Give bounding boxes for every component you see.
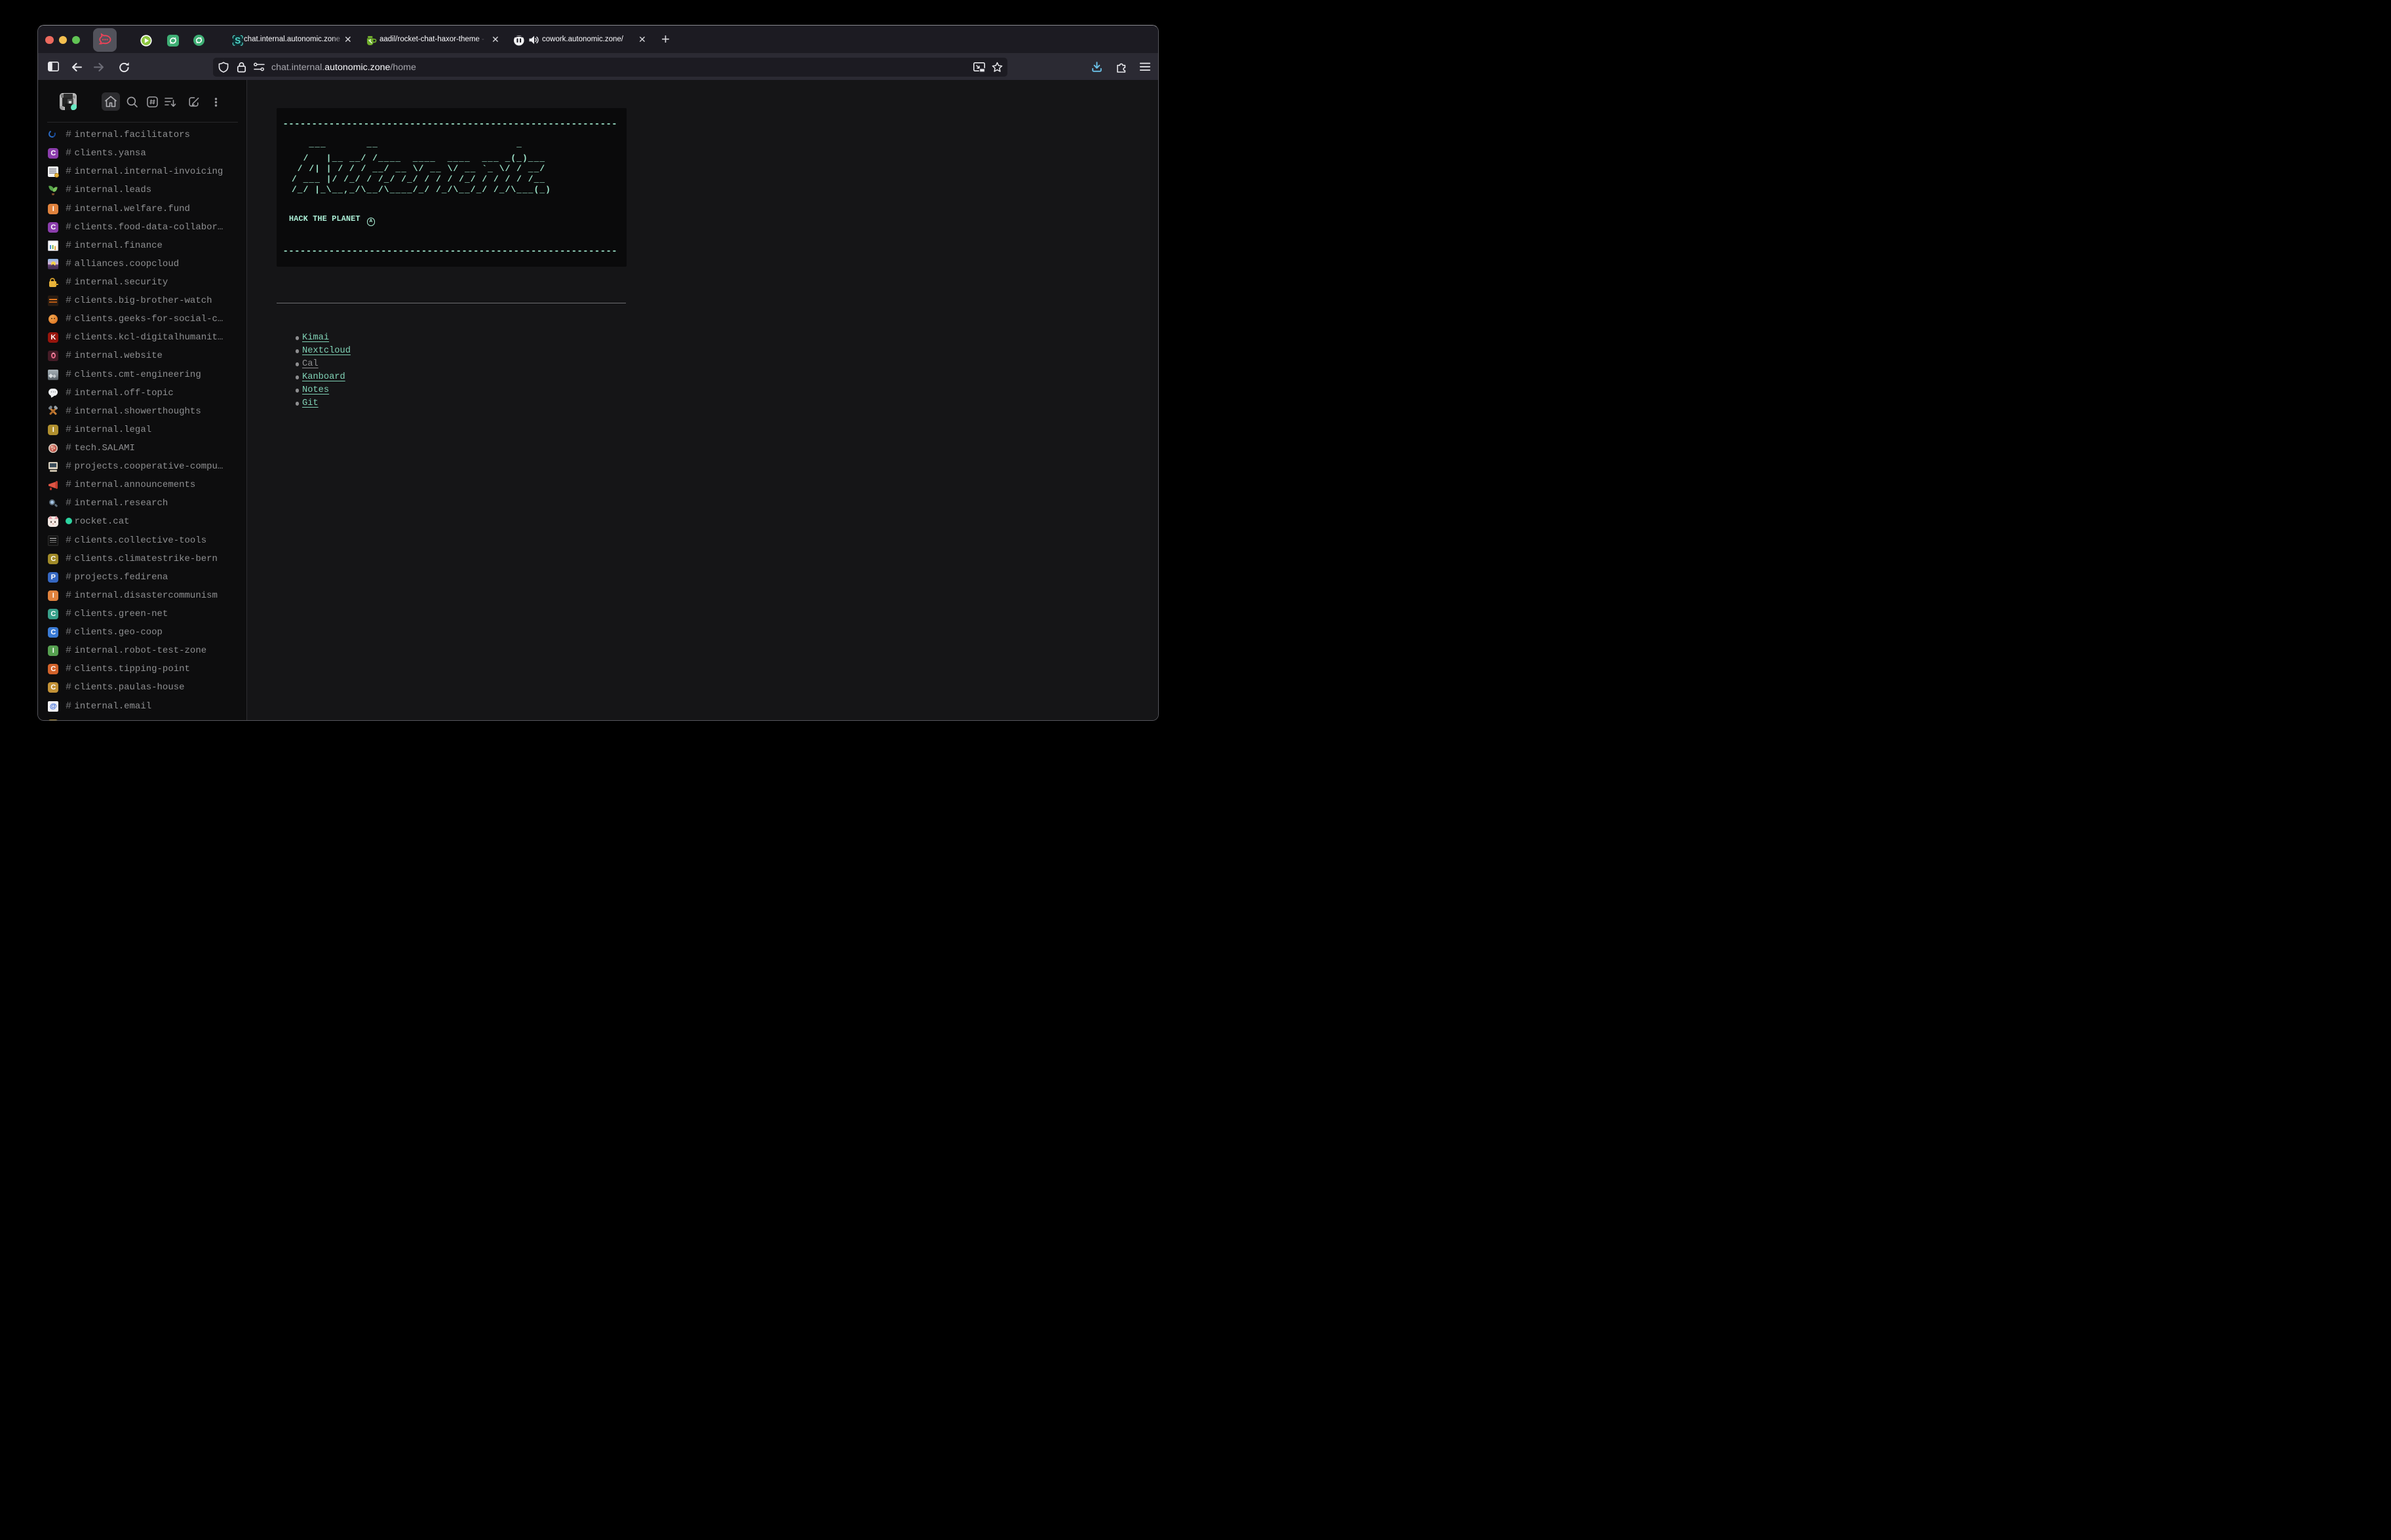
svg-text:S: S — [235, 35, 241, 45]
